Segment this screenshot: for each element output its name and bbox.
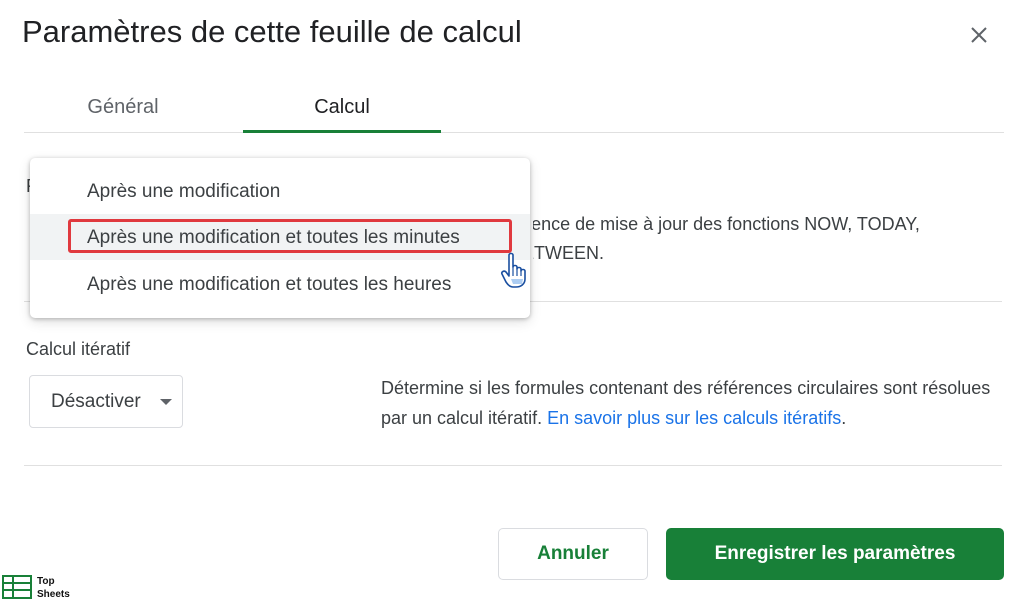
save-button[interactable]: Enregistrer les paramètres [666,528,1004,580]
divider [24,465,1002,466]
iterative-select-value: Désactiver [51,391,141,412]
menu-item-every-hour[interactable]: Après une modification et toutes les heu… [30,261,530,307]
menu-item-on-change[interactable]: Après une modification [30,168,530,214]
close-icon[interactable] [966,22,992,48]
tab-bar: Général Calcul [24,88,1004,133]
recalc-description-line2: RAND et RANDBETWEEN. [533,243,605,263]
hand-pointer-icon [501,252,526,288]
menu-item-label: Après une modification et toutes les heu… [87,274,452,295]
iterative-description-period: . [841,408,847,428]
iterative-label: Calcul itératif [26,339,131,359]
menu-item-every-minute[interactable]: Après une modification et toutes les min… [30,214,530,260]
recalc-dropdown-menu: Après une modification Après une modific… [30,158,530,318]
watermark-line1: Top [37,576,55,587]
iterative-description: Détermine si les formules contenant des … [381,373,1011,433]
recalc-description-line1: Détermine la fréquence de mise à jour de… [533,214,920,234]
iterative-select[interactable]: Désactiver [29,375,183,428]
iterative-learn-more-link[interactable]: En savoir plus sur les calculs itératifs [547,408,841,428]
tab-general[interactable]: Général [24,88,222,132]
menu-item-label: Après une modification [87,181,281,202]
cancel-button[interactable]: Annuler [498,528,648,580]
watermark: Top Sheets [2,574,82,602]
tab-calcul[interactable]: Calcul [243,88,441,133]
recalc-description: Détermine la fréquence de mise à jour de… [533,206,1003,268]
dialog-title: Paramètres de cette feuille de calcul [22,14,522,49]
sheets-logo-icon [2,575,32,599]
watermark-line2: Sheets [37,589,70,600]
caret-down-icon [160,399,172,405]
highlight-annotation [68,219,512,253]
